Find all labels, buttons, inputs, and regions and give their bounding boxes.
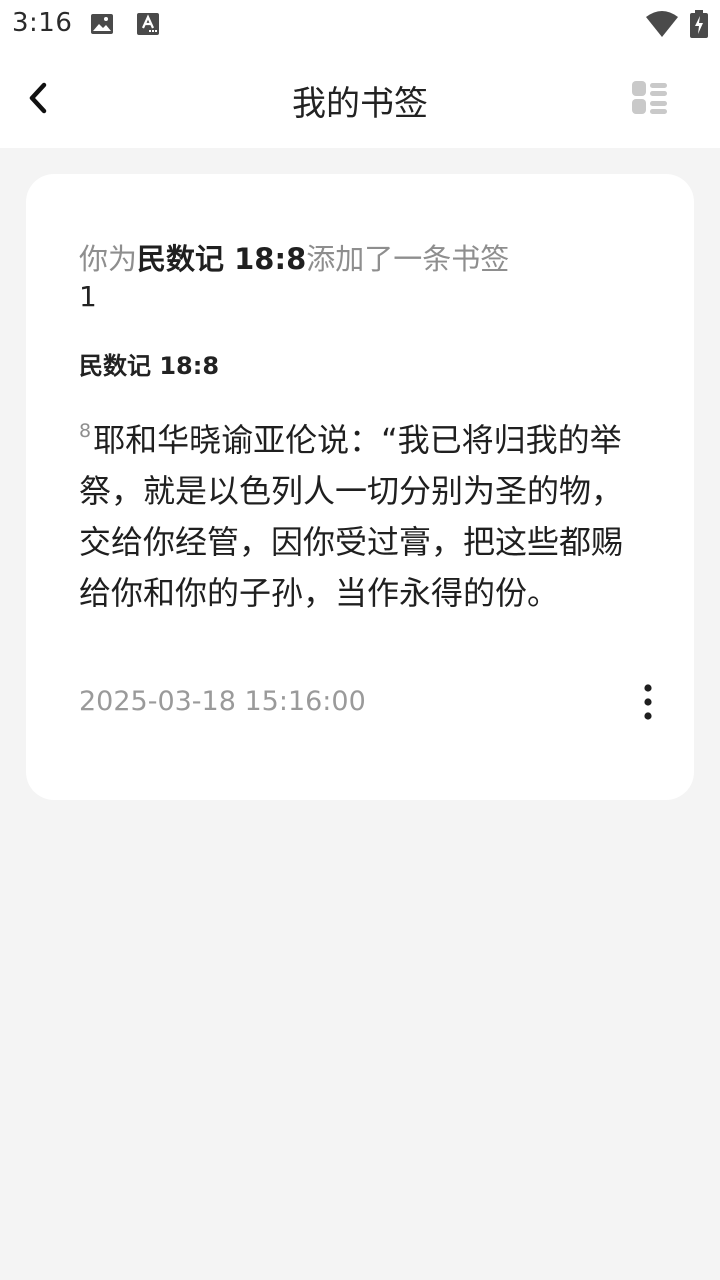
list-layout-icon <box>632 81 667 114</box>
layout-toggle-button[interactable] <box>628 78 672 118</box>
bookmark-timestamp: 2025-03-18 15:16:00 <box>79 686 366 717</box>
bookmark-suffix: 添加了一条书签 <box>306 242 510 276</box>
status-bar: 3:16 <box>0 0 720 48</box>
battery-icon <box>690 10 708 38</box>
verse-body: 耶和华晓谕亚伦说：“我已将归我的举祭，就是以色列人一切分别为圣的物，交给你经管，… <box>79 421 624 612</box>
bookmark-note: 1 <box>79 280 97 313</box>
status-time: 3:16 <box>12 8 73 38</box>
bookmark-reference[interactable]: 民数记 18:8 <box>137 242 306 276</box>
bookmark-prefix: 你为 <box>79 242 138 276</box>
app-bar: 我的书签 <box>0 48 720 148</box>
wifi-icon <box>646 11 678 37</box>
page-title: 我的书签 <box>292 84 428 124</box>
bookmark-card[interactable]: 你为民数记 18:8添加了一条书签 1 民数记 18:8 8耶和华晓谕亚伦说：“… <box>26 174 694 800</box>
a-accessibility-icon <box>137 13 159 35</box>
more-vertical-icon <box>644 684 652 720</box>
verse-reference[interactable]: 民数记 18:8 <box>79 346 219 381</box>
image-icon <box>91 14 113 34</box>
verse-number: 8 <box>79 420 92 442</box>
verse-text[interactable]: 8耶和华晓谕亚伦说：“我已将归我的举祭，就是以色列人一切分别为圣的物，交给你经管… <box>79 406 635 619</box>
bookmark-summary: 你为民数记 18:8添加了一条书签 <box>79 236 509 278</box>
more-options-button[interactable] <box>632 678 664 726</box>
